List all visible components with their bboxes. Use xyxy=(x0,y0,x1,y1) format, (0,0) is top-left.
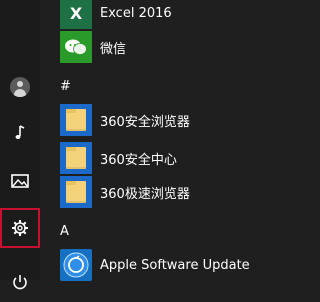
app-label: 360极速浏览器 xyxy=(100,186,190,202)
app-item-360-browser[interactable]: 360安全浏览器 xyxy=(40,100,262,140)
section-header-a[interactable]: A xyxy=(40,219,69,243)
app-label: Excel 2016 xyxy=(100,5,172,21)
power-icon xyxy=(13,275,27,290)
start-menu-left-rail xyxy=(0,0,40,290)
app-label: Apple Software Update xyxy=(100,257,250,273)
app-item-360-speed-browser[interactable]: 360极速浏览器 xyxy=(40,172,262,212)
music-button[interactable] xyxy=(0,113,40,153)
app-item-wechat[interactable]: 微信 xyxy=(40,27,262,67)
settings-button[interactable] xyxy=(0,208,40,248)
section-header-hash[interactable]: # xyxy=(40,74,71,98)
app-item-apple-software-update[interactable]: Apple Software Update xyxy=(40,245,262,285)
pictures-button[interactable] xyxy=(0,161,40,201)
user-avatar-icon xyxy=(10,77,30,97)
excel-icon: X xyxy=(60,0,92,29)
folder-icon xyxy=(60,176,92,208)
wechat-icon xyxy=(60,31,92,63)
image-icon xyxy=(11,174,29,188)
app-label: 360安全中心 xyxy=(100,152,177,168)
folder-icon xyxy=(60,142,92,174)
folder-icon xyxy=(60,104,92,136)
power-button[interactable] xyxy=(0,262,40,302)
gear-icon xyxy=(12,220,28,236)
app-label: 360安全浏览器 xyxy=(100,114,190,130)
apple-update-icon xyxy=(60,249,92,281)
app-list: X Excel 2016 微信 # 360安全浏览器 360安全中心 360极速… xyxy=(40,0,262,281)
app-label: 微信 xyxy=(100,41,127,57)
music-note-icon xyxy=(15,125,25,139)
user-account-button[interactable] xyxy=(0,67,40,107)
